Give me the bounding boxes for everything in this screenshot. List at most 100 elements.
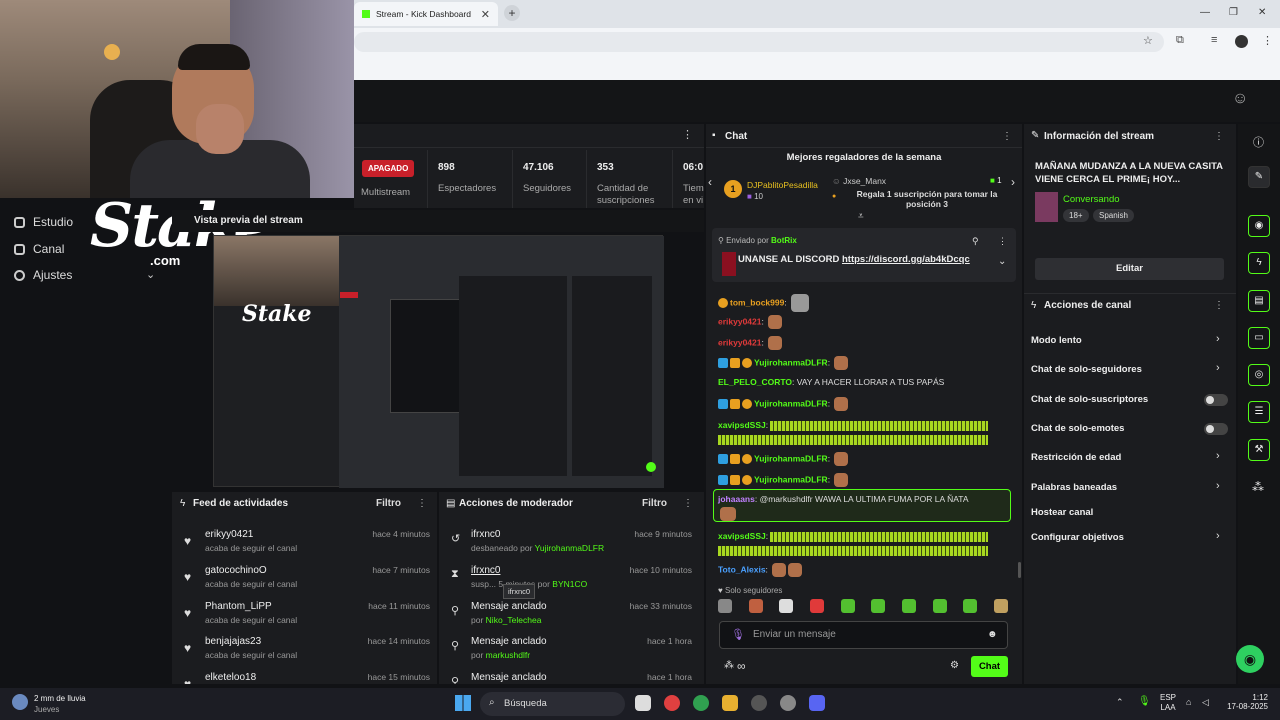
gear-icon[interactable]: ⚙ — [950, 660, 959, 671]
extensions-icon[interactable]: ⧉ — [1176, 34, 1184, 47]
go-live-button[interactable]: ◉ — [1236, 645, 1264, 673]
chat-icon[interactable]: ▭ — [1248, 327, 1270, 349]
chat-input[interactable]: Enviar un mensaje — [719, 621, 1008, 649]
chevron-right-icon[interactable]: › — [1011, 175, 1015, 189]
info-icon[interactable]: ⓘ — [1253, 134, 1264, 150]
more-options-icon[interactable]: ⋮ — [998, 236, 1007, 247]
user-avatar-icon[interactable]: ☺ — [1232, 90, 1248, 108]
bot-name[interactable]: BotRix — [771, 236, 797, 245]
activity-user[interactable]: gatocochinoO — [205, 565, 267, 576]
action-host-channel[interactable]: Hostear canal — [1031, 507, 1093, 518]
layout-icon[interactable]: ☰ — [1248, 401, 1270, 423]
edit-button[interactable]: Editar — [1035, 258, 1224, 280]
chrome-icon[interactable] — [664, 695, 680, 711]
bookmark-star-icon[interactable]: ☆ — [1143, 34, 1153, 47]
camera-icon[interactable]: ◉ — [1248, 215, 1270, 237]
file-explorer-icon[interactable] — [722, 695, 738, 711]
kick-points-icon[interactable]: ⁂ — [724, 660, 734, 671]
activity-user[interactable]: erikyy0421 — [205, 529, 253, 540]
discord-link[interactable]: https://discord.gg/ab4kDcqc — [842, 254, 970, 265]
emotes-only-toggle[interactable] — [1204, 423, 1228, 435]
chat-user[interactable]: Toto_Alexis — [718, 564, 766, 574]
stream-category[interactable]: Conversando — [1063, 194, 1120, 205]
action-configure-goals[interactable]: Configurar objetivos — [1031, 532, 1124, 543]
browser-menu-icon[interactable]: ⋮ — [1262, 34, 1273, 47]
gifter2-name[interactable]: ☺ Jxse_Manx — [832, 176, 886, 186]
more-options-icon[interactable]: ⋮ — [683, 498, 693, 509]
obs-icon[interactable] — [780, 695, 796, 711]
emote-button[interactable] — [901, 599, 916, 613]
bolt-icon[interactable]: ϟ — [1248, 252, 1270, 274]
emote-button[interactable] — [871, 599, 886, 613]
mod-action-target[interactable]: ifrxnc0 — [471, 565, 500, 576]
activity-user[interactable]: benjajajas23 — [205, 636, 261, 647]
emote-button[interactable] — [932, 599, 947, 613]
activity-user[interactable]: elketeloo18 — [205, 672, 256, 683]
mod-action-by[interactable]: Niko_Telechea — [486, 615, 542, 625]
emote-button[interactable] — [993, 599, 1008, 613]
chat-user[interactable]: EL_PELO_CORTO — [718, 377, 792, 387]
action-banned-words[interactable]: Palabras baneadas — [1031, 482, 1117, 493]
chevron-right-icon[interactable]: › — [1216, 333, 1220, 345]
chevron-right-icon[interactable]: › — [1216, 480, 1220, 492]
activity-user[interactable]: Phantom_LiPP — [205, 601, 272, 612]
media-player-icon[interactable] — [751, 695, 767, 711]
emote-button[interactable] — [840, 599, 855, 613]
network-icon[interactable]: ⌂ — [1186, 697, 1191, 707]
action-slow-mode[interactable]: Modo lento — [1031, 335, 1082, 346]
action-age-restriction[interactable]: Restricción de edad — [1031, 452, 1121, 463]
chevron-down-icon[interactable]: ⌄ — [998, 256, 1006, 267]
collapse-icon[interactable]: ⩡ — [858, 211, 864, 222]
new-tab-button[interactable]: + — [504, 5, 520, 21]
chat-user[interactable]: xavipsdSSJ — [718, 420, 766, 430]
chat-user[interactable]: tom_bock999 — [730, 297, 784, 307]
chevron-right-icon[interactable]: › — [1216, 450, 1220, 462]
edit-icon[interactable]: ✎ — [1248, 166, 1270, 188]
gifter-name[interactable]: DJPablitoPesadilla — [747, 180, 818, 190]
mod-action-by[interactable]: YujirohanmaDLFR — [535, 543, 604, 553]
browser-tab[interactable]: Stream - Kick Dashboard ✕ — [354, 2, 498, 26]
emote-button[interactable] — [779, 599, 794, 613]
emote-button[interactable] — [748, 599, 763, 613]
mod-action-by[interactable]: BYN1CO — [552, 579, 587, 589]
more-options-icon[interactable]: ⋮ — [1214, 131, 1224, 142]
minimize-icon[interactable]: — — [1200, 7, 1210, 18]
chat-user[interactable]: YujirohanmaDLFR — [754, 398, 828, 408]
chat-user[interactable]: xavipsdSSJ — [718, 531, 766, 541]
unpin-icon[interactable]: ⚲ — [972, 236, 979, 247]
subscribers-only-toggle[interactable] — [1204, 394, 1228, 406]
chevron-right-icon[interactable]: › — [1216, 530, 1220, 542]
weather-icon[interactable] — [12, 694, 28, 710]
chat-user[interactable]: YujirohanmaDLFR — [754, 357, 828, 367]
chat-user[interactable]: YujirohanmaDLFR — [754, 474, 828, 484]
discord-icon[interactable] — [809, 695, 825, 711]
chevron-down-icon[interactable]: ⌄ — [146, 268, 155, 281]
emote-button[interactable] — [809, 599, 824, 613]
chevron-right-icon[interactable]: › — [1216, 362, 1220, 374]
action-followers-only[interactable]: Chat de solo-seguidores — [1031, 364, 1142, 375]
microphone-icon[interactable]: 🎙 — [1138, 696, 1151, 707]
chat-user[interactable]: YujirohanmaDLFR — [754, 453, 828, 463]
chevron-up-icon[interactable]: ⌃ — [1116, 697, 1124, 708]
emoji-icon[interactable]: ☻ — [987, 629, 998, 640]
window-close-icon[interactable]: ✕ — [1258, 7, 1266, 18]
more-options-icon[interactable]: ⋮ — [1002, 131, 1012, 142]
emote-button[interactable] — [963, 599, 978, 613]
mod-action-by[interactable]: markushdlfr — [486, 650, 530, 660]
nav-item-estudio[interactable]: Estudio — [14, 215, 73, 229]
chevron-left-icon[interactable]: ‹ — [708, 175, 712, 189]
taskbar-clock[interactable]: 1:12 17-08-2025 — [1224, 693, 1268, 711]
moderator-filter-button[interactable]: Filtro — [642, 498, 667, 509]
more-options-icon[interactable]: ⋮ — [417, 498, 427, 509]
language-indicator[interactable]: ESP LAA — [1160, 693, 1176, 712]
maximize-icon[interactable]: ❐ — [1229, 7, 1238, 18]
apps-icon[interactable]: ⁂ — [1252, 480, 1264, 494]
wrench-icon[interactable]: ⚒ — [1248, 439, 1270, 461]
chat-user[interactable]: erikyy0421 — [718, 337, 762, 347]
profile-avatar[interactable] — [1235, 35, 1248, 48]
more-options-icon[interactable]: ⋮ — [682, 128, 693, 141]
send-chat-button[interactable]: Chat — [971, 656, 1008, 677]
reading-list-icon[interactable]: ≡ — [1211, 34, 1217, 46]
chat-user[interactable]: johaaans — [718, 494, 755, 504]
chat-user[interactable]: erikyy0421 — [718, 316, 762, 326]
